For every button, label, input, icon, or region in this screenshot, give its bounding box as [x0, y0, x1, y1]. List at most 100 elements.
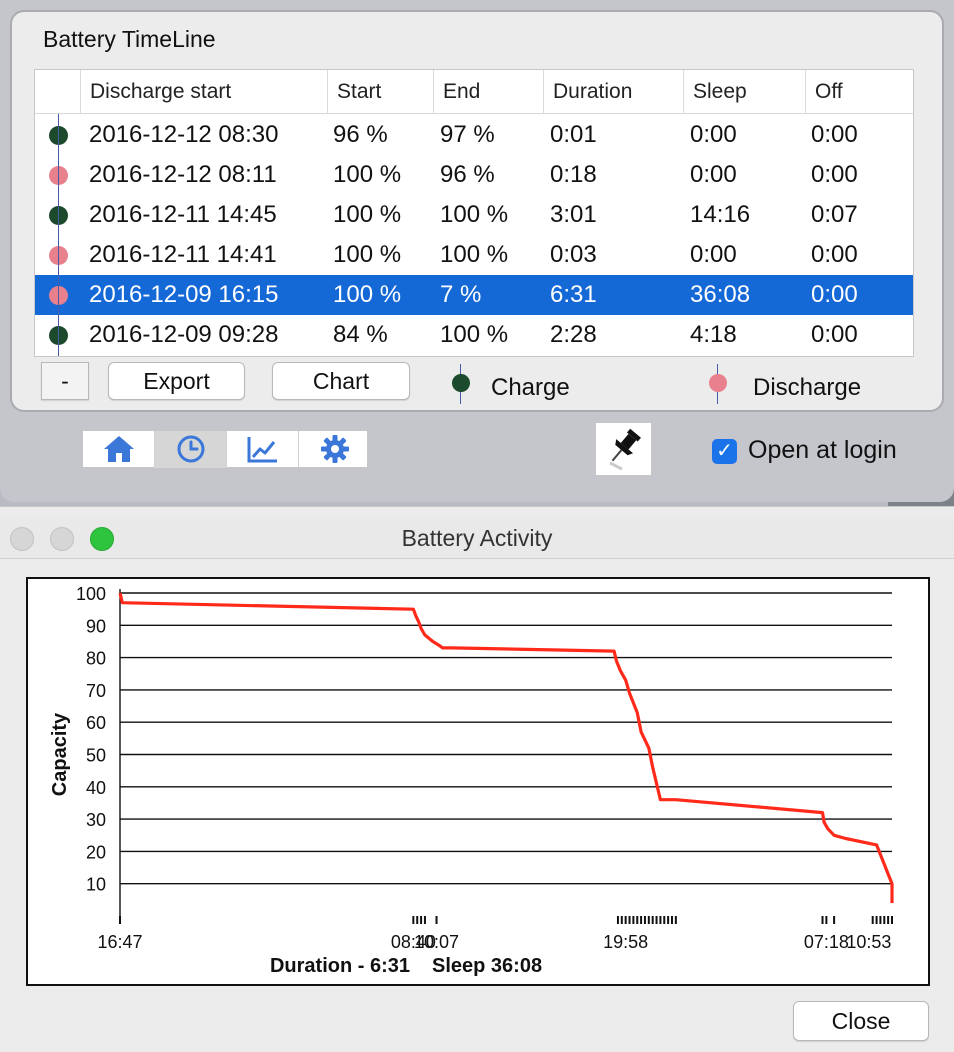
timeline-title: Battery TimeLine: [43, 26, 216, 52]
cell-start: 100 %: [333, 161, 402, 188]
cell-end: 96 %: [440, 161, 495, 188]
cell-sleep: 14:16: [690, 201, 751, 228]
column-header-discharge-start[interactable]: Discharge start: [80, 70, 327, 114]
cell-discharge-start: 2016-12-11 14:41: [89, 241, 277, 268]
cell-off: 0:07: [811, 201, 858, 228]
capacity-line: [118, 592, 894, 904]
x-tick-label: 16:47: [97, 932, 142, 952]
column-header-duration[interactable]: Duration: [543, 70, 683, 114]
legend-discharge-label: Discharge: [753, 374, 862, 401]
chart-canvas: 102030405060708090100Capacity16:47 08:401…: [49, 584, 894, 977]
cell-off: 0:00: [811, 321, 858, 348]
cell-duration: 0:18: [550, 161, 597, 188]
toolbar-home-button[interactable]: [83, 431, 155, 468]
chart-button[interactable]: Chart: [272, 362, 410, 400]
timeline-connector: [58, 114, 59, 356]
cell-end: 97 %: [440, 121, 495, 148]
toolbar-settings-button[interactable]: [299, 431, 371, 468]
x-tick-label: 19:58: [603, 932, 648, 952]
open-at-login-checkbox[interactable]: ✓: [712, 439, 737, 464]
table-row[interactable]: 2016-12-09 09:28 84 % 100 % 2:28 4:18 0:00: [35, 315, 913, 355]
cell-end: 100 %: [440, 241, 509, 268]
cell-end: 100 %: [440, 201, 509, 228]
y-tick-label: 20: [86, 842, 106, 862]
pushpin-icon: [609, 428, 641, 471]
sleep-label: Sleep 36:08: [432, 955, 542, 977]
cell-sleep: 36:08: [690, 281, 751, 308]
chart-icon: [247, 437, 277, 463]
table-row[interactable]: 2016-12-11 14:41 100 % 100 % 0:03 0:00 0:00: [35, 235, 913, 275]
table-row[interactable]: 2016-12-09 16:15 100 % 7 % 6:31 36:08 0:00: [35, 275, 913, 315]
y-tick-label: 70: [86, 681, 106, 701]
column-header-end[interactable]: End: [433, 70, 543, 114]
cell-discharge-start: 2016-12-12 08:30: [89, 121, 279, 148]
capacity-chart: 10 20 30 40 50 60 70 80 90 100 Capacity 16:47 08:40 1…: [26, 577, 930, 986]
cell-duration: 0:03: [550, 241, 597, 268]
clock-icon: [177, 435, 205, 463]
legend-charge-label: Charge: [491, 374, 570, 401]
cell-duration: 6:31: [550, 281, 597, 308]
menu-popover: Battery TimeLine Discharge start Start E…: [0, 0, 954, 502]
table-row[interactable]: 2016-12-11 14:45 100 % 100 % 3:01 14:16 0:07: [35, 195, 913, 235]
pin-button[interactable]: [595, 422, 652, 476]
remove-button[interactable]: -: [41, 362, 89, 400]
toolbar-timeline-button[interactable]: [155, 431, 227, 468]
cell-discharge-start: 2016-12-09 09:28: [89, 321, 279, 348]
home-icon: [104, 436, 134, 462]
table-row[interactable]: 2016-12-12 08:11 100 % 96 % 0:18 0:00 0:00: [35, 155, 913, 195]
y-tick-label: 90: [86, 616, 106, 636]
top-area: Battery TimeLine Discharge start Start E…: [0, 0, 954, 506]
cell-discharge-start: 2016-12-09 16:15: [89, 281, 279, 308]
cell-duration: 0:01: [550, 121, 597, 148]
gear-icon: [321, 435, 349, 463]
cell-start: 100 %: [333, 281, 402, 308]
y-tick-label: 10: [86, 875, 106, 895]
cell-off: 0:00: [811, 121, 858, 148]
cell-sleep: 0:00: [690, 121, 737, 148]
timeline-table[interactable]: Discharge start Start End Duration Sleep…: [34, 69, 914, 357]
cell-off: 0:00: [811, 241, 858, 268]
y-tick-label: 80: [86, 649, 106, 669]
cell-sleep: 0:00: [690, 161, 737, 188]
cell-start: 84 %: [333, 321, 388, 348]
export-button[interactable]: Export: [108, 362, 245, 400]
legend-discharge-dot: [709, 374, 727, 392]
window-title: Battery Activity: [401, 525, 553, 551]
y-axis-label: Capacity: [49, 712, 71, 796]
view-toolbar: [82, 430, 368, 468]
column-header-sleep[interactable]: Sleep: [683, 70, 805, 114]
column-header-off[interactable]: Off: [805, 70, 913, 114]
duration-label: Duration - 6:31: [270, 955, 410, 977]
x-tick-label: 10:53: [846, 932, 891, 952]
y-tick-label: 40: [86, 778, 106, 798]
cell-sleep: 4:18: [690, 321, 737, 348]
y-tick-label: 50: [86, 746, 106, 766]
toolbar-chart-button[interactable]: [227, 431, 299, 468]
cell-end: 7 %: [440, 281, 482, 308]
column-header-start[interactable]: Start: [327, 70, 433, 114]
open-at-login-label[interactable]: Open at login: [748, 436, 897, 465]
cell-duration: 3:01: [550, 201, 597, 228]
cell-sleep: 0:00: [690, 241, 737, 268]
cell-duration: 2:28: [550, 321, 597, 348]
table-header: Discharge start Start End Duration Sleep…: [35, 70, 913, 114]
timeline-panel: Battery TimeLine Discharge start Start E…: [10, 10, 944, 412]
y-tick-label: 100: [76, 584, 106, 604]
y-tick-label: 30: [86, 810, 106, 830]
cell-discharge-start: 2016-12-12 08:11: [89, 161, 277, 188]
window-titlebar[interactable]: Battery Activity: [0, 517, 954, 559]
x-tick-label: 10:07: [414, 932, 459, 952]
x-tick-label: 07:18: [804, 932, 849, 952]
cell-off: 0:00: [811, 161, 858, 188]
close-button[interactable]: Close: [793, 1001, 929, 1041]
cell-end: 100 %: [440, 321, 509, 348]
cell-start: 96 %: [333, 121, 388, 148]
cell-start: 100 %: [333, 241, 402, 268]
cell-discharge-start: 2016-12-11 14:45: [89, 201, 277, 228]
cell-start: 100 %: [333, 201, 402, 228]
battery-activity-window: Battery Activity 10 20 30 40 50 60 70 80 90 100 Ca…: [0, 506, 954, 1052]
cell-off: 0:00: [811, 281, 858, 308]
table-row[interactable]: 2016-12-12 08:30 96 % 97 % 0:01 0:00 0:00: [35, 115, 913, 155]
y-tick-label: 60: [86, 713, 106, 733]
legend-charge-dot: [452, 374, 470, 392]
